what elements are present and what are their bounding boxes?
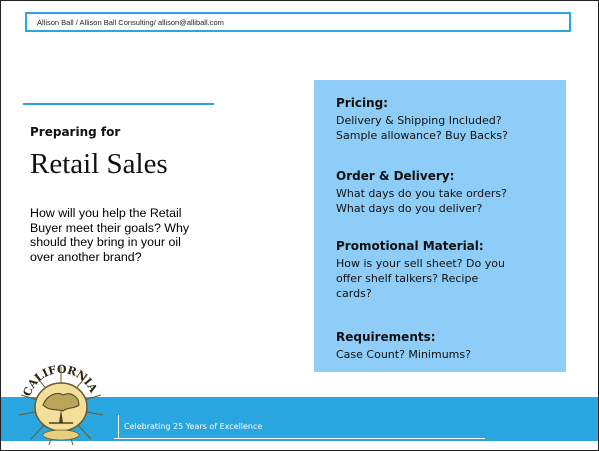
slide: Allison Ball / Allison Ball Consulting/ … bbox=[0, 0, 599, 451]
section-body: What days do you take orders? What days … bbox=[336, 186, 507, 216]
lead-line: How will you help the Retail bbox=[30, 206, 182, 220]
section-title: Order & Delivery: bbox=[336, 169, 455, 183]
section-pricing: Pricing: Delivery & Shipping Included? S… bbox=[336, 96, 508, 143]
section-line: How is your sell sheet? Do you bbox=[336, 257, 505, 270]
lead-paragraph: How will you help the Retail Buyer meet … bbox=[30, 206, 255, 265]
section-body: Delivery & Shipping Included? Sample all… bbox=[336, 113, 508, 143]
section-line: What days do you take orders? bbox=[336, 187, 507, 200]
lead-line: should they bring in your oil bbox=[30, 235, 181, 250]
section-title: Promotional Material: bbox=[336, 239, 484, 253]
lead-line: over another brand? bbox=[30, 250, 142, 265]
info-panel: Pricing: Delivery & Shipping Included? S… bbox=[314, 80, 566, 372]
section-line: Case Count? Minimums? bbox=[336, 348, 471, 361]
section-body: Case Count? Minimums? bbox=[336, 347, 471, 362]
section-line: Sample allowance? Buy Backs? bbox=[336, 129, 508, 142]
section-order-delivery: Order & Delivery: What days do you take … bbox=[336, 169, 507, 216]
footer-divider-tick bbox=[118, 415, 119, 438]
section-body: How is your sell sheet? Do you offer she… bbox=[336, 256, 505, 301]
section-line: offer shelf talkers? Recipe bbox=[336, 272, 479, 285]
lead-line: Buyer meet their goals? Why bbox=[30, 220, 190, 235]
title-kicker: Preparing for bbox=[30, 125, 121, 139]
title-divider bbox=[23, 103, 214, 105]
section-title: Requirements: bbox=[336, 330, 436, 344]
footer-tagline: Celebrating 25 Years of Excellence bbox=[124, 422, 263, 431]
footer-rule bbox=[114, 438, 485, 439]
slide-title: Retail Sales bbox=[30, 148, 168, 180]
section-line: Delivery & Shipping Included? bbox=[336, 114, 502, 127]
section-line: What days do you deliver? bbox=[336, 202, 483, 215]
section-line: cards? bbox=[336, 287, 372, 300]
header-bar: Allison Ball / Allison Ball Consulting/ … bbox=[25, 12, 571, 32]
contact-line: Allison Ball / Allison Ball Consulting/ … bbox=[37, 18, 224, 27]
section-title: Pricing: bbox=[336, 96, 388, 110]
california-olive-oil-seal-icon: CALIFORNIA bbox=[13, 361, 109, 447]
section-requirements: Requirements: Case Count? Minimums? bbox=[336, 330, 471, 362]
section-promotional-material: Promotional Material: How is your sell s… bbox=[336, 239, 505, 301]
